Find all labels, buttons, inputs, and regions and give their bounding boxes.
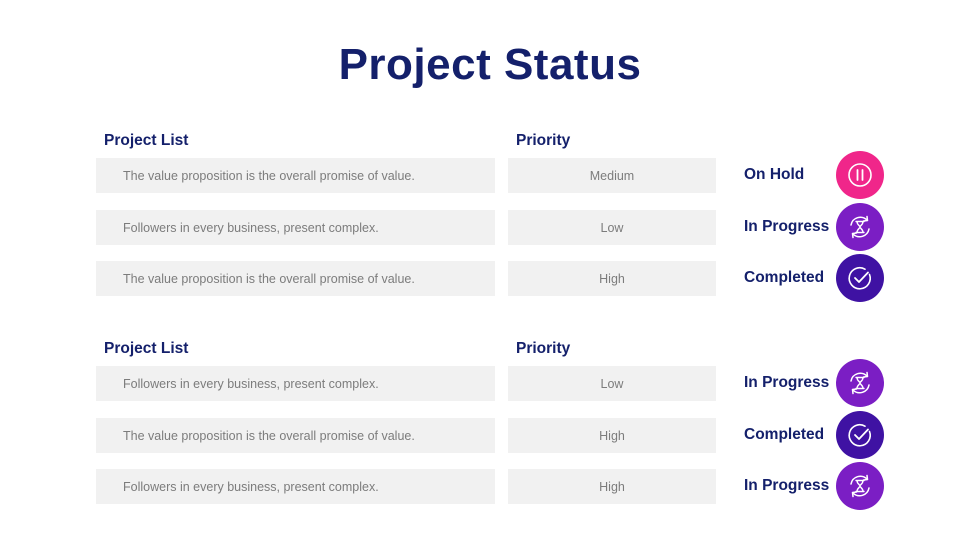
hourglass-refresh-icon: [850, 371, 870, 395]
check-circle-icon: [848, 266, 871, 290]
check-circle-icon: [848, 423, 871, 447]
priority-cell: Low: [508, 210, 716, 245]
priority-cell: High: [508, 261, 716, 296]
hourglass-refresh-icon: [850, 474, 870, 498]
project-list-header: Project List: [104, 132, 189, 149]
status-label: In Progress: [744, 477, 830, 494]
status-label: On Hold: [744, 166, 805, 183]
pause-icon: [848, 163, 872, 187]
page-title: Project Status: [338, 40, 642, 89]
priority-cell: High: [508, 418, 716, 453]
project-cell: Followers in every business, present com…: [96, 469, 495, 504]
status-label: Completed: [744, 269, 825, 286]
in-progress-badge: [836, 359, 884, 407]
in-progress-badge: [836, 203, 884, 251]
on-hold-badge: [836, 151, 884, 199]
status-label: In Progress: [744, 374, 830, 391]
priority-cell: High: [508, 469, 716, 504]
status-label: In Progress: [744, 218, 830, 235]
project-cell: The value proposition is the overall pro…: [96, 418, 495, 453]
hourglass-refresh-icon: [850, 215, 870, 239]
completed-badge: [836, 254, 884, 302]
completed-badge: [836, 411, 884, 459]
priority-cell: Low: [508, 366, 716, 401]
priority-header: Priority: [516, 132, 571, 149]
project-cell: The value proposition is the overall pro…: [96, 158, 495, 193]
project-cell: Followers in every business, present com…: [96, 210, 495, 245]
in-progress-badge: [836, 462, 884, 510]
project-cell: Followers in every business, present com…: [96, 366, 495, 401]
project-cell: The value proposition is the overall pro…: [96, 261, 495, 296]
project-list-header: Project List: [104, 340, 189, 357]
status-label: Completed: [744, 426, 825, 443]
priority-header: Priority: [516, 340, 571, 357]
priority-cell: Medium: [508, 158, 716, 193]
